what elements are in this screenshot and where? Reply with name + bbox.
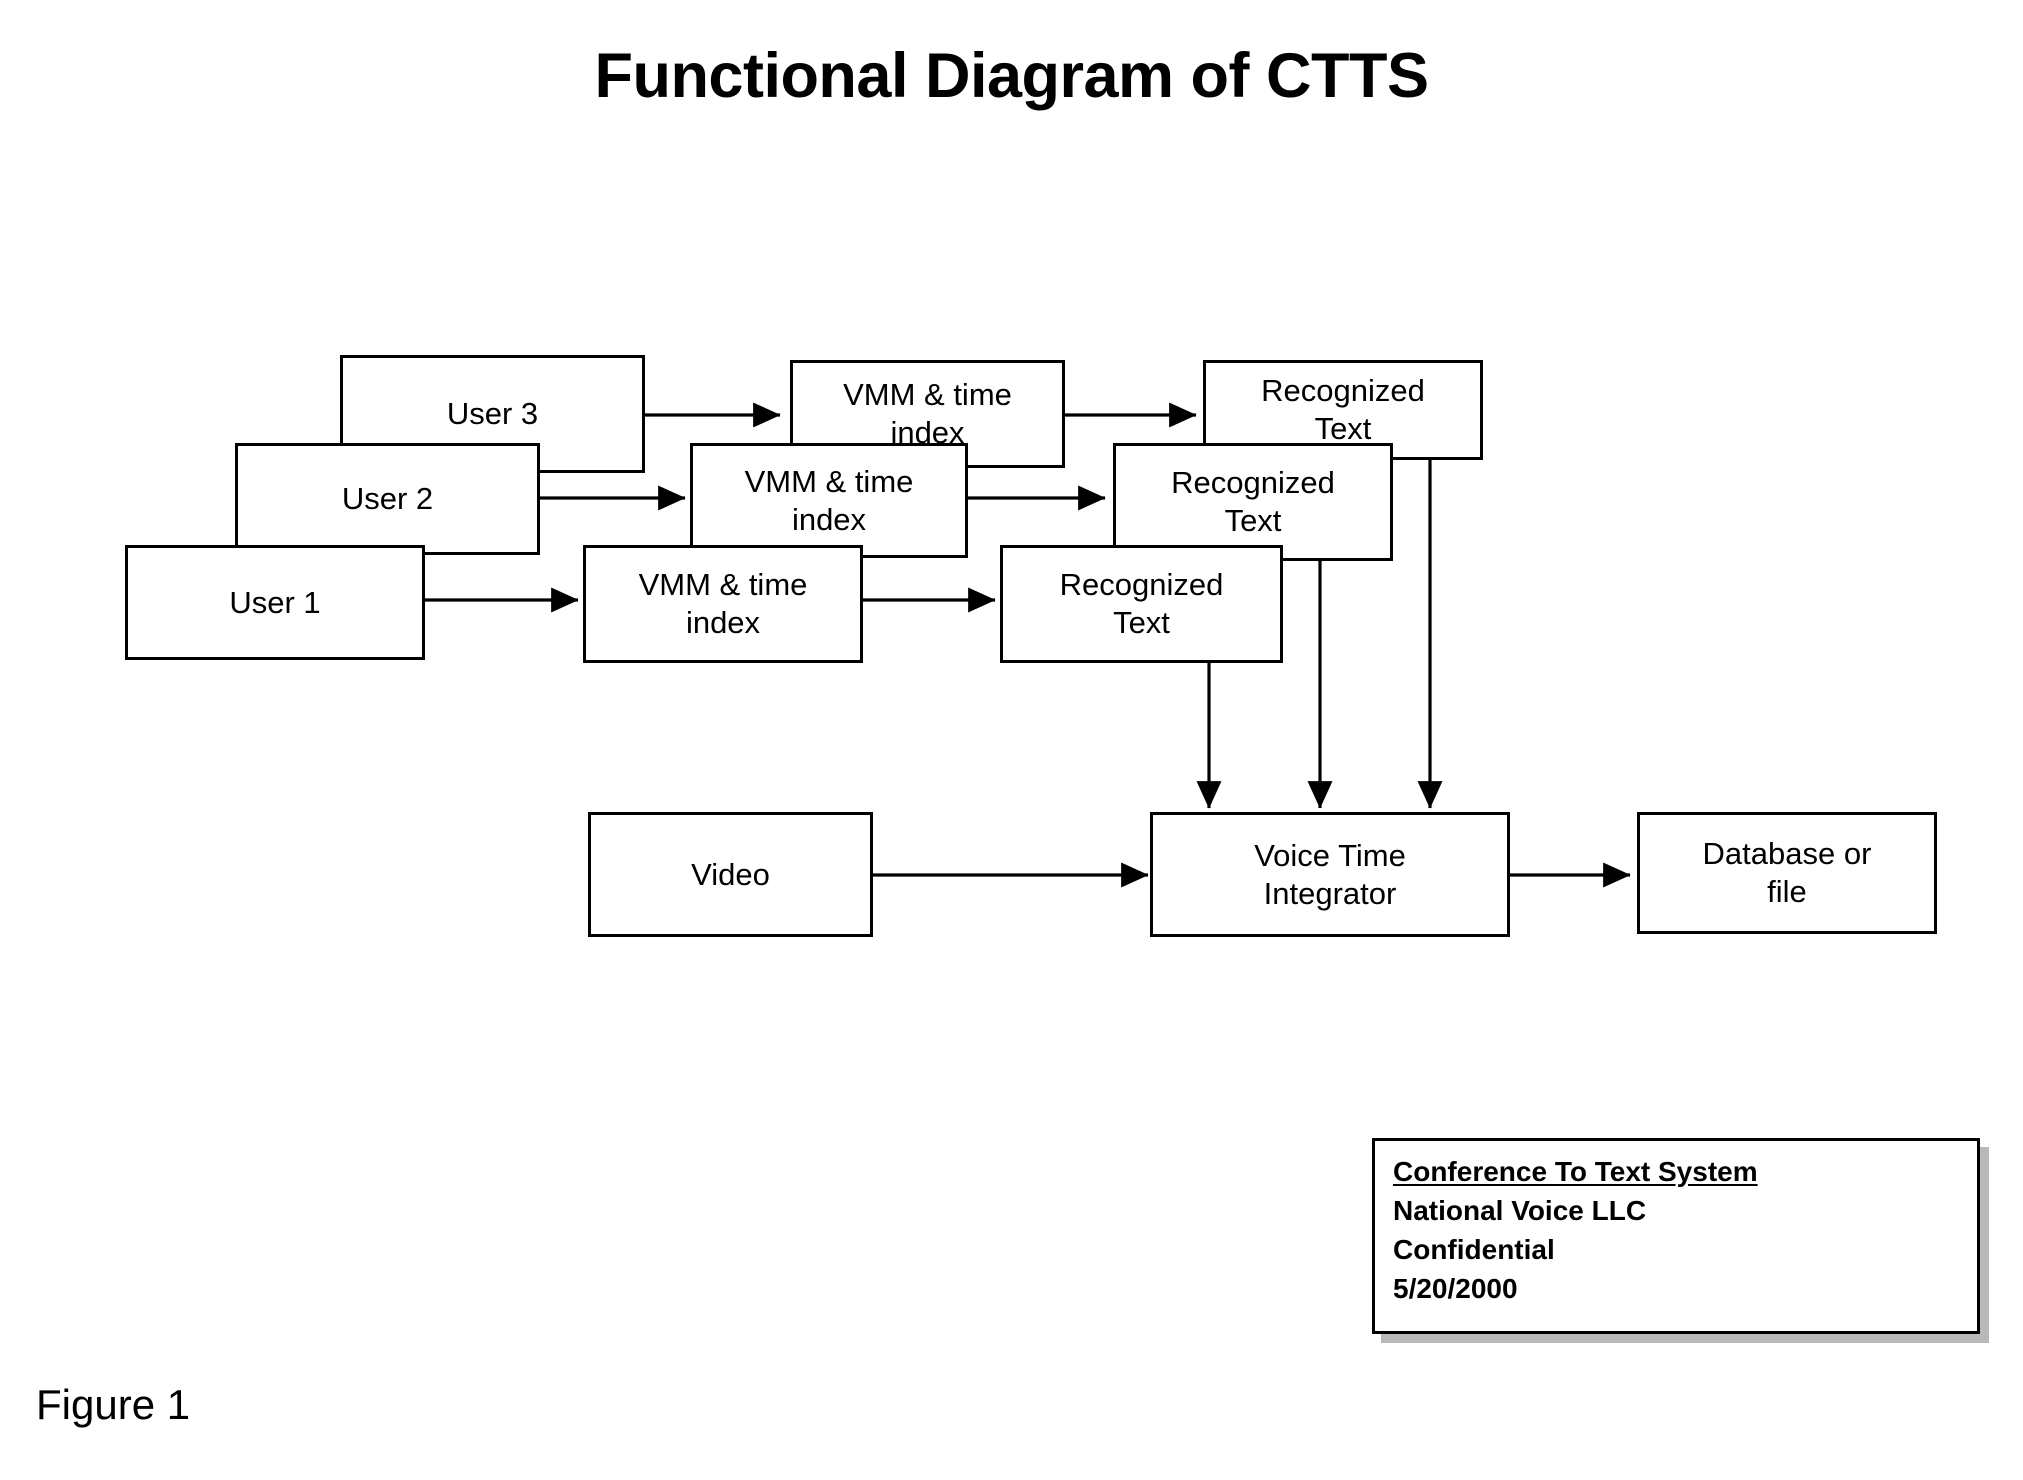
legend-title-block: Conference To Text System National Voice… (1372, 1138, 1989, 1343)
node-voice-time-integrator-label: Voice Time Integrator (1254, 837, 1406, 911)
legend-box: Conference To Text System National Voice… (1372, 1138, 1980, 1334)
node-recognized-text-1-label: Recognized Text (1059, 567, 1224, 640)
node-recognized-text-2-label: Recognized Text (1171, 465, 1335, 538)
node-database-or-file[interactable]: Database or file (1637, 812, 1937, 934)
legend-date: 5/20/2000 (1393, 1273, 1518, 1305)
node-video-label: Video (691, 856, 770, 892)
node-recognized-text-1[interactable]: Recognized Text (1000, 545, 1283, 663)
legend-system-title: Conference To Text System (1393, 1156, 1758, 1187)
legend-classification: Confidential (1393, 1234, 1555, 1266)
node-recognized-text-3-label: Recognized Text (1261, 373, 1425, 446)
node-user2[interactable]: User 2 (235, 443, 540, 555)
node-vmm3-label: VMM & time index (843, 377, 1012, 450)
node-vmm1-label: VMM & time index (638, 567, 808, 640)
node-user1[interactable]: User 1 (125, 545, 425, 660)
figure-page: Functional Diagram of CTTS User 3 VMM & … (0, 0, 2023, 1480)
figure-caption: Figure 1 (36, 1381, 191, 1428)
node-vmm2-label: VMM & time index (744, 463, 914, 537)
node-vmm1[interactable]: VMM & time index (583, 545, 863, 663)
node-voice-time-integrator[interactable]: Voice Time Integrator (1150, 812, 1510, 937)
node-vmm2[interactable]: VMM & time index (690, 443, 968, 558)
node-user1-label: User 1 (229, 584, 321, 620)
node-database-or-file-label: Database or file (1702, 836, 1872, 909)
node-user2-label: User 2 (341, 481, 434, 517)
node-user3-label: User 3 (446, 396, 539, 432)
legend-company: National Voice LLC (1393, 1195, 1647, 1227)
node-video[interactable]: Video (588, 812, 873, 937)
node-recognized-text-2[interactable]: Recognized Text (1113, 443, 1393, 561)
